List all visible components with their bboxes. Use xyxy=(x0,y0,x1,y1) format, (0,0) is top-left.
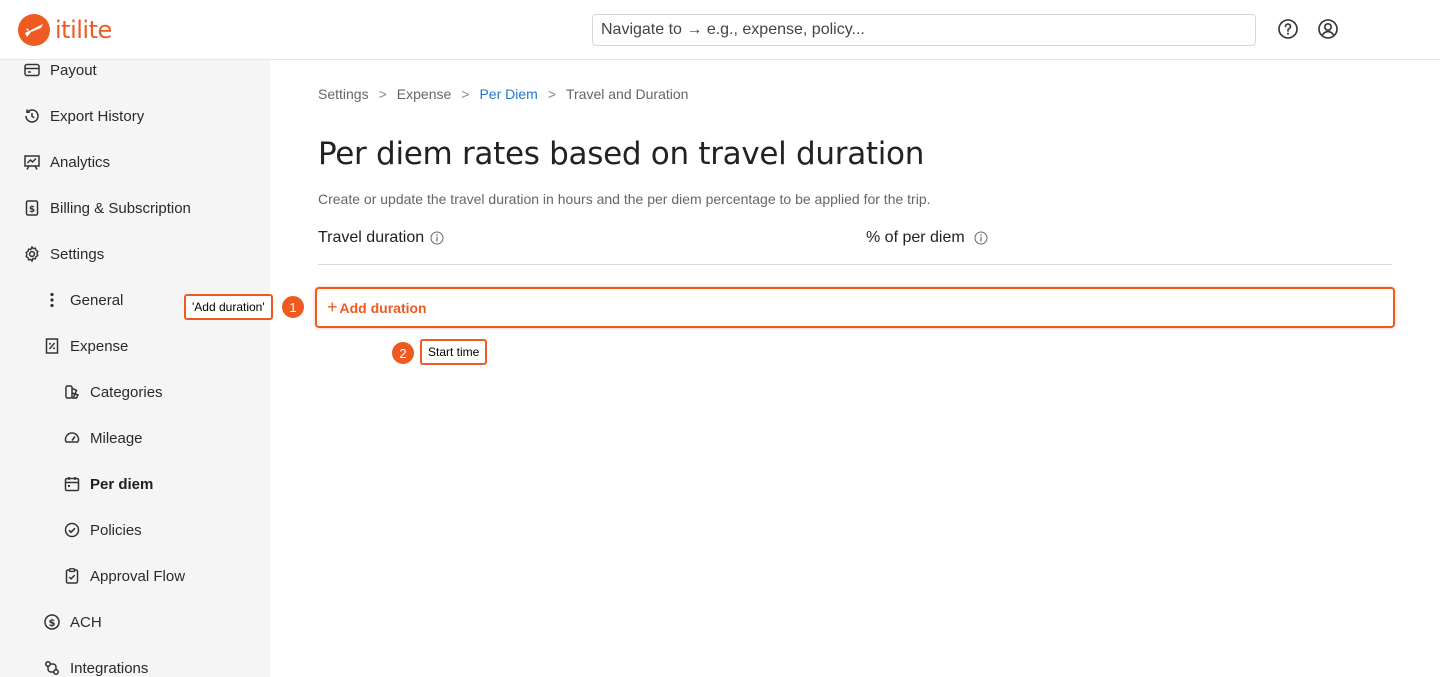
page-title: Per diem rates based on travel duration xyxy=(318,136,925,172)
sidebar-item-label: Per diem xyxy=(90,475,154,493)
search-input[interactable] xyxy=(592,14,1256,46)
breadcrumb-expense[interactable]: Expense xyxy=(397,86,451,102)
sidebar-item-expense[interactable]: Expense xyxy=(42,331,128,361)
annotation-label-1: 'Add duration' xyxy=(184,294,273,320)
sidebar-item-label: General xyxy=(70,291,124,309)
sidebar-item-payout[interactable]: Payout xyxy=(22,55,97,85)
card-icon xyxy=(22,60,42,80)
sidebar-item-policies[interactable]: Policies xyxy=(62,515,142,545)
sidebar-item-approval-flow[interactable]: Approval Flow xyxy=(62,561,185,591)
column-label: Travel duration xyxy=(318,229,425,246)
sidebar-item-per-diem[interactable]: Per diem xyxy=(62,469,153,499)
breadcrumb-separator: > xyxy=(378,86,387,102)
receipt-percent-icon xyxy=(42,336,62,356)
sidebar-item-settings[interactable]: Settings xyxy=(22,239,104,269)
plane-logo-icon xyxy=(18,14,50,46)
annotation-label-2: Start time xyxy=(420,339,488,365)
brand-name: itilite xyxy=(55,16,112,44)
user-circle-icon[interactable] xyxy=(1317,18,1339,40)
more-vertical-icon xyxy=(42,290,62,310)
sidebar-item-label: Settings xyxy=(50,245,105,263)
breadcrumb: Settings > Expense > Per Diem > Travel a… xyxy=(318,86,688,102)
column-header-travel-duration: Travel duration xyxy=(318,229,444,247)
info-icon[interactable] xyxy=(974,231,988,245)
top-bar: itilite xyxy=(0,0,1440,60)
invoice-icon: $ xyxy=(22,198,42,218)
sidebar-item-label: Categories xyxy=(90,383,163,401)
breadcrumb-settings[interactable]: Settings xyxy=(318,86,369,102)
sidebar-item-analytics[interactable]: Analytics xyxy=(22,147,110,177)
svg-text:$: $ xyxy=(29,205,35,215)
integrations-icon xyxy=(42,658,62,677)
sidebar-item-general[interactable]: General xyxy=(42,285,123,315)
sidebar-item-label: ACH xyxy=(70,613,102,631)
breadcrumb-travel-duration: Travel and Duration xyxy=(566,86,689,102)
categories-icon xyxy=(62,382,82,402)
sidebar-item-export-history[interactable]: Export History xyxy=(22,101,144,131)
chart-board-icon xyxy=(22,152,42,172)
help-circle-icon[interactable] xyxy=(1277,18,1299,40)
sidebar-item-label: Policies xyxy=(90,521,142,539)
dollar-circle-icon: $ xyxy=(42,612,62,632)
sidebar-item-integrations[interactable]: Integrations xyxy=(42,653,148,677)
sidebar-item-billing[interactable]: $ Billing & Subscription xyxy=(22,193,191,223)
gear-icon xyxy=(22,244,42,264)
sidebar-item-mileage[interactable]: Mileage xyxy=(62,423,143,453)
annotation-badge-2: 2 xyxy=(391,341,415,365)
check-circle-icon xyxy=(62,520,82,540)
sidebar-item-label: Analytics xyxy=(50,153,111,171)
sidebar-item-label: Payout xyxy=(50,61,97,79)
table-header-divider xyxy=(318,264,1392,265)
svg-text:$: $ xyxy=(49,618,56,629)
sidebar-item-label: Export History xyxy=(50,107,145,125)
column-label: % of per diem xyxy=(866,229,965,246)
itilite-logo[interactable]: itilite xyxy=(18,14,112,46)
page-subtitle: Create or update the travel duration in … xyxy=(318,191,931,207)
speedometer-icon xyxy=(62,428,82,448)
annotation-badge-1: 1 xyxy=(281,295,305,319)
plus-icon: + xyxy=(327,297,338,317)
history-icon xyxy=(22,106,42,126)
sidebar-item-categories[interactable]: Categories xyxy=(62,377,163,407)
sidebar-item-label: Integrations xyxy=(70,659,149,677)
info-icon[interactable] xyxy=(430,231,444,245)
sidebar-item-ach[interactable]: $ ACH xyxy=(42,607,102,637)
sidebar: Payout Export History Analytics $ Billin… xyxy=(0,60,270,677)
breadcrumb-separator: > xyxy=(461,86,470,102)
breadcrumb-per-diem[interactable]: Per Diem xyxy=(479,86,537,102)
sidebar-item-label: Expense xyxy=(70,337,129,355)
sidebar-item-label: Approval Flow xyxy=(90,567,186,585)
add-duration-label: Add duration xyxy=(339,299,427,316)
calendar-icon xyxy=(62,474,82,494)
sidebar-item-label: Billing & Subscription xyxy=(50,199,191,217)
breadcrumb-separator: > xyxy=(547,86,556,102)
add-duration-button[interactable]: + Add duration xyxy=(315,287,1395,328)
column-header-per-diem-percent: % of per diem xyxy=(866,229,988,247)
clipboard-check-icon xyxy=(62,566,82,586)
sidebar-item-label: Mileage xyxy=(90,429,143,447)
